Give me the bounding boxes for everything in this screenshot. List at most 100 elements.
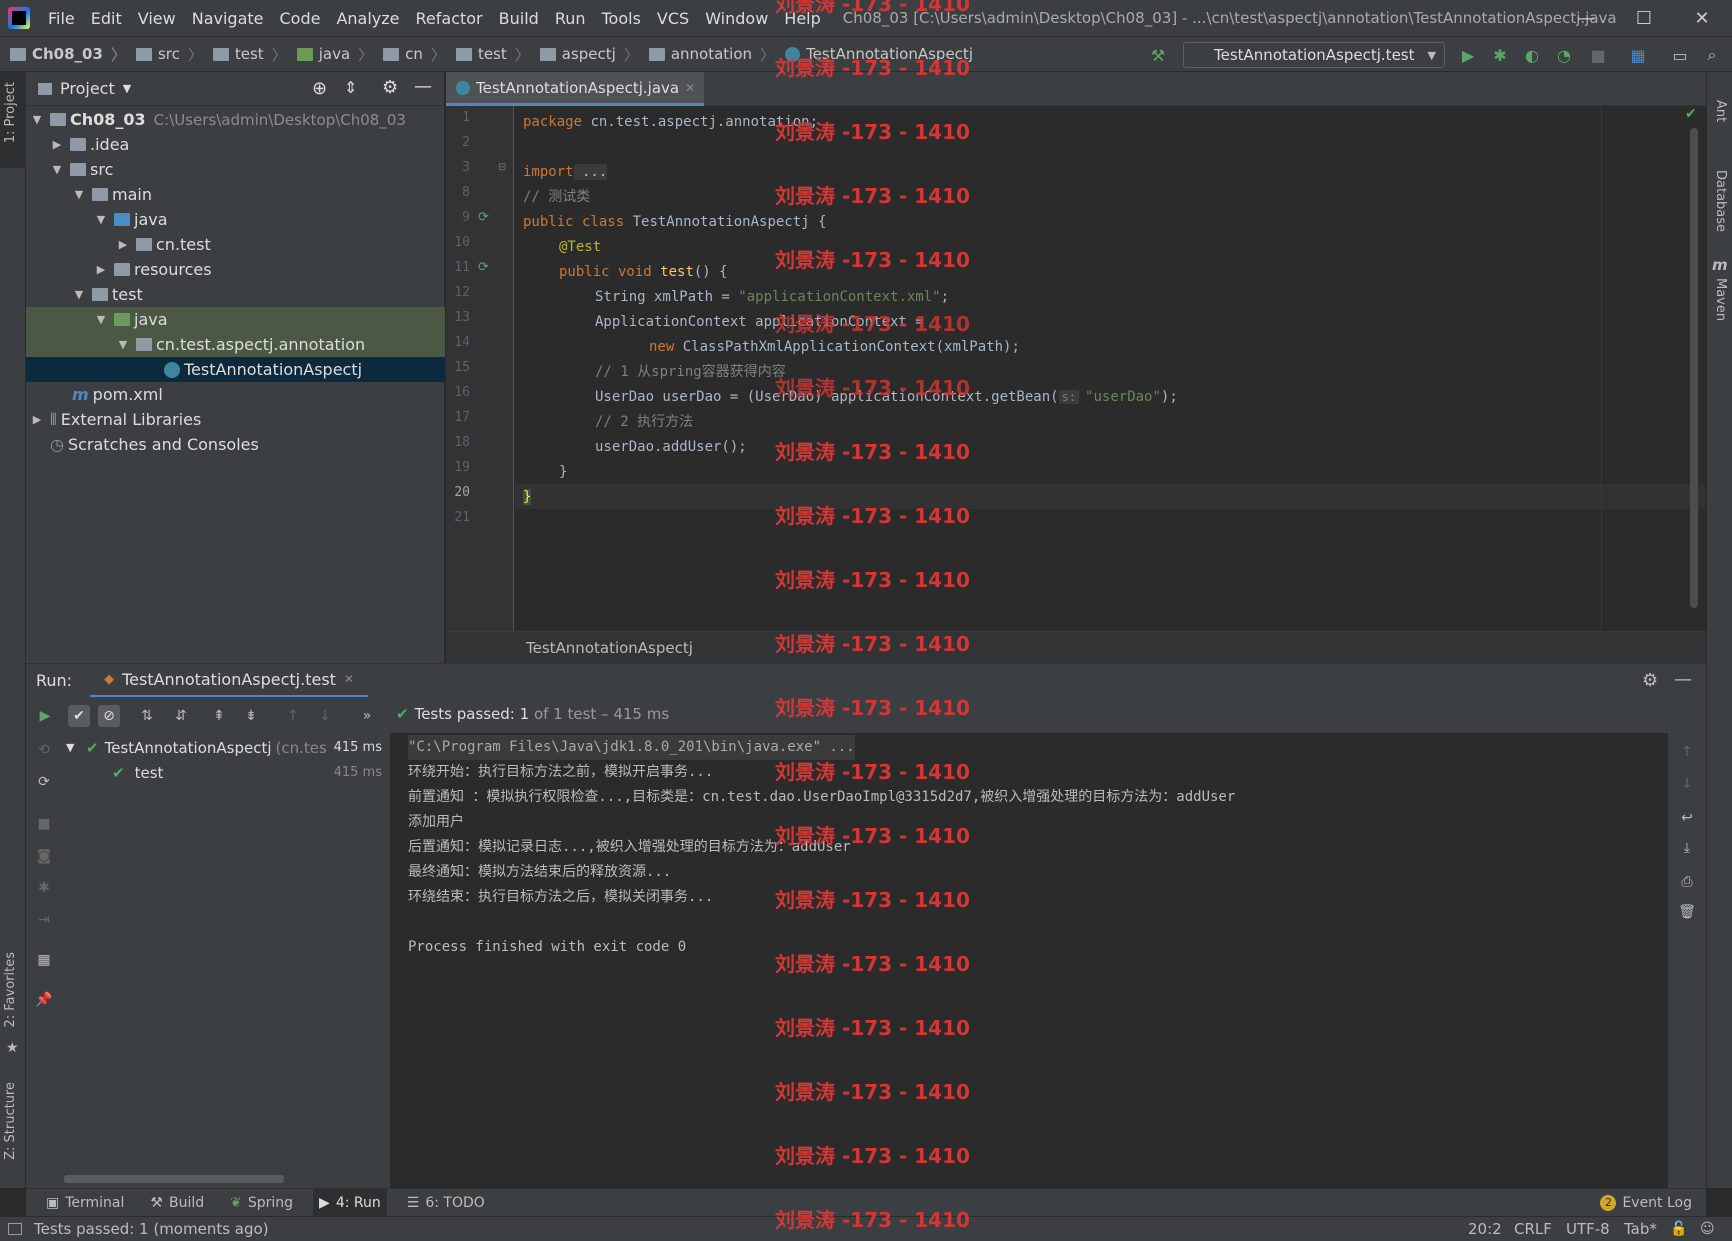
run-tab[interactable]: ◆ TestAnnotationAspectj.test ✕ [90, 664, 368, 698]
code-editor[interactable]: package cn.test.aspectj.annotation; impo… [515, 106, 1705, 631]
breadcrumb-cn[interactable]: cn 〉 [373, 44, 446, 65]
menu-code[interactable]: Code [272, 9, 329, 28]
collapse-arrow-icon[interactable]: ▶ [94, 263, 108, 276]
pin-icon[interactable]: 📌 [33, 989, 55, 1011]
breadcrumb-java[interactable]: java 〉 [287, 44, 373, 65]
dump-threads-icon[interactable]: ◙ [33, 845, 55, 867]
stop-icon[interactable]: ■ [1588, 45, 1608, 65]
breadcrumb-annotation[interactable]: annotation 〉 [639, 44, 775, 65]
tree-item-main-java[interactable]: ▼ java [26, 207, 445, 232]
expand-arrow-icon[interactable]: ▼ [94, 213, 108, 226]
menu-build[interactable]: Build [491, 9, 547, 28]
tool-windows-icon[interactable] [8, 1223, 22, 1235]
todo-tab[interactable]: ☰ 6: TODO [401, 1189, 491, 1217]
search-icon[interactable]: ⌕ [1702, 45, 1722, 65]
layout-icon[interactable]: ▦ [33, 949, 55, 971]
expand-arrow-icon[interactable]: ▼ [72, 288, 86, 301]
inspector-icon[interactable]: ☺ [1700, 1221, 1715, 1237]
locate-icon[interactable]: ⊕ [312, 78, 327, 99]
close-window-button[interactable]: ✕ [1672, 0, 1732, 36]
collapse-all-icon[interactable]: ⇟ [240, 705, 262, 727]
tree-item-test-class[interactable]: TestAnnotationAspectj [26, 357, 445, 382]
stop-icon[interactable]: ■ [33, 813, 55, 835]
profile-icon[interactable]: ◔ [1554, 45, 1574, 65]
chevron-down-icon[interactable]: ▼ [123, 82, 131, 95]
collapse-arrow-icon[interactable]: ▶ [30, 413, 44, 426]
expand-arrow-icon[interactable]: ▼ [30, 113, 44, 126]
run-tool-tab[interactable]: ▶ 4: Run [313, 1188, 387, 1217]
structure-tool-tab[interactable]: Z: Structure [0, 1072, 26, 1182]
caret-position[interactable]: 20:2 [1468, 1220, 1502, 1238]
expand-arrow-icon[interactable]: ▼ [50, 163, 64, 176]
favorites-tool-tab[interactable]: 2: Favorites ★ [0, 942, 26, 1062]
tree-item-src[interactable]: ▼ src [26, 157, 445, 182]
trash-icon[interactable]: 🗑 [1676, 901, 1698, 923]
project-tool-tab[interactable]: 1: Project [0, 72, 26, 168]
close-tab-icon[interactable]: ✕ [685, 81, 695, 95]
more-icon[interactable]: » [356, 705, 378, 727]
menu-window[interactable]: Window [697, 9, 776, 28]
menu-refactor[interactable]: Refactor [408, 9, 491, 28]
menu-file[interactable]: File [40, 9, 83, 28]
rerun-failed-icon[interactable]: ⟲ [33, 739, 55, 761]
console-output[interactable]: "C:\Program Files\Java\jdk1.8.0_201\bin\… [392, 733, 1668, 1188]
menu-edit[interactable]: Edit [83, 9, 130, 28]
next-failed-icon[interactable]: ↓ [314, 705, 336, 727]
show-passed-icon[interactable]: ✔ [68, 705, 90, 727]
print-icon[interactable]: ⎙ [1676, 871, 1698, 893]
tree-item-main[interactable]: ▼ main [26, 182, 445, 207]
lock-icon[interactable]: 🔓 [1670, 1221, 1687, 1237]
exit-icon[interactable]: ⇥ [33, 909, 55, 931]
test-method-row[interactable]: ✔ test 415 ms [66, 760, 386, 785]
menu-navigate[interactable]: Navigate [184, 9, 272, 28]
run-icon[interactable]: ▶ [1458, 45, 1478, 65]
maximize-button[interactable]: ☐ [1614, 0, 1674, 36]
indent-settings[interactable]: Tab* [1624, 1220, 1657, 1238]
breadcrumb-src[interactable]: src 〉 [126, 44, 203, 65]
settings-icon[interactable]: ✱ [33, 877, 55, 899]
run-test-gutter-icon[interactable]: ⟳ [478, 210, 489, 225]
gear-icon[interactable]: ⚙ [382, 77, 398, 98]
collapse-all-icon[interactable]: ⇕ [344, 78, 357, 97]
minimize-button[interactable]: — [1556, 0, 1616, 36]
terminal-icon[interactable]: ▭ [1670, 45, 1690, 65]
event-log-tab[interactable]: 2 Event Log [1594, 1189, 1698, 1217]
previous-failed-icon[interactable]: ↑ [282, 705, 304, 727]
expand-all-icon[interactable]: ⇞ [208, 705, 230, 727]
tree-item-test[interactable]: ▼ test [26, 282, 445, 307]
menu-vcs[interactable]: VCS [649, 9, 697, 28]
tree-item-test-java[interactable]: ▼ java [26, 307, 445, 332]
breadcrumb-test-pkg[interactable]: test 〉 [446, 44, 530, 65]
fold-icon[interactable]: ⊟ [498, 162, 506, 173]
menu-tools[interactable]: Tools [594, 9, 649, 28]
collapse-arrow-icon[interactable]: ▶ [116, 238, 130, 251]
breadcrumb-project[interactable]: Ch08_03 〉 [0, 44, 126, 65]
run-test-gutter-icon[interactable]: ⟳ [478, 260, 489, 275]
debug-icon[interactable]: ✱ [1490, 45, 1510, 65]
tree-item-resources[interactable]: ▶ resources [26, 257, 445, 282]
line-separator[interactable]: CRLF [1514, 1220, 1552, 1238]
tree-item-cn-test[interactable]: ▶ cn.test [26, 232, 445, 257]
hide-icon[interactable]: — [414, 76, 432, 97]
coverage-icon[interactable]: ◐ [1522, 45, 1542, 65]
expand-arrow-icon[interactable]: ▼ [94, 313, 108, 326]
menu-run[interactable]: Run [547, 9, 594, 28]
menu-analyze[interactable]: Analyze [328, 9, 407, 28]
menu-view[interactable]: View [130, 9, 184, 28]
expand-arrow-icon[interactable]: ▼ [66, 741, 80, 754]
expand-arrow-icon[interactable]: ▼ [116, 338, 130, 351]
scroll-up-icon[interactable]: ↑ [1676, 741, 1698, 763]
build-tab[interactable]: ⚒ Build [144, 1189, 210, 1217]
tree-item-project-root[interactable]: ▼ Ch08_03 C:\Users\admin\Desktop\Ch08_03 [26, 107, 445, 132]
gear-icon[interactable]: ⚙ [1642, 670, 1658, 691]
soft-wrap-icon[interactable]: ↩ [1676, 807, 1698, 829]
editor-scrollbar[interactable] [1690, 128, 1698, 608]
editor-breadcrumb[interactable]: TestAnnotationAspectj [446, 631, 1706, 663]
close-tab-icon[interactable]: ✕ [344, 672, 354, 686]
hide-icon[interactable]: — [1674, 669, 1692, 690]
tree-item-pom[interactable]: m pom.xml [26, 382, 445, 407]
sort-alpha-icon[interactable]: ⇅ [136, 705, 158, 727]
tree-item-idea[interactable]: ▶ .idea [26, 132, 445, 157]
tree-item-external-libraries[interactable]: ▶ ⫴ External Libraries [26, 407, 445, 432]
editor-tab-test-class[interactable]: TestAnnotationAspectj.java ✕ [446, 72, 704, 106]
